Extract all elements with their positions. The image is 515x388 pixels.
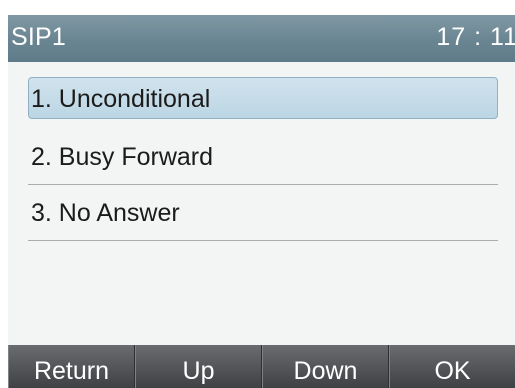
menu-item-label: 2. Busy Forward bbox=[31, 143, 214, 171]
menu-item-no-answer[interactable]: 3. No Answer bbox=[28, 185, 498, 241]
call-forward-menu: 1. Unconditional 2. Busy Forward 3. No A… bbox=[28, 73, 498, 241]
down-softkey[interactable]: Down bbox=[262, 345, 389, 388]
ok-softkey[interactable]: OK bbox=[389, 345, 515, 388]
account-label: SIP1 bbox=[11, 23, 66, 51]
menu-item-label: 1. Unconditional bbox=[31, 85, 211, 113]
softkey-bar: Return Up Down OK bbox=[8, 345, 515, 388]
divider bbox=[28, 240, 498, 241]
menu-item-unconditional[interactable]: 1. Unconditional bbox=[28, 73, 498, 129]
phone-screen: SIP1 17 : 11 1. Unconditional 2. Busy Fo… bbox=[8, 15, 515, 388]
up-softkey[interactable]: Up bbox=[135, 345, 262, 388]
clock: 17 : 11 bbox=[436, 23, 515, 51]
menu-item-busy-forward[interactable]: 2. Busy Forward bbox=[28, 129, 498, 185]
return-softkey[interactable]: Return bbox=[8, 345, 135, 388]
menu-item-label: 3. No Answer bbox=[31, 199, 180, 227]
title-bar: SIP1 17 : 11 bbox=[8, 15, 515, 62]
